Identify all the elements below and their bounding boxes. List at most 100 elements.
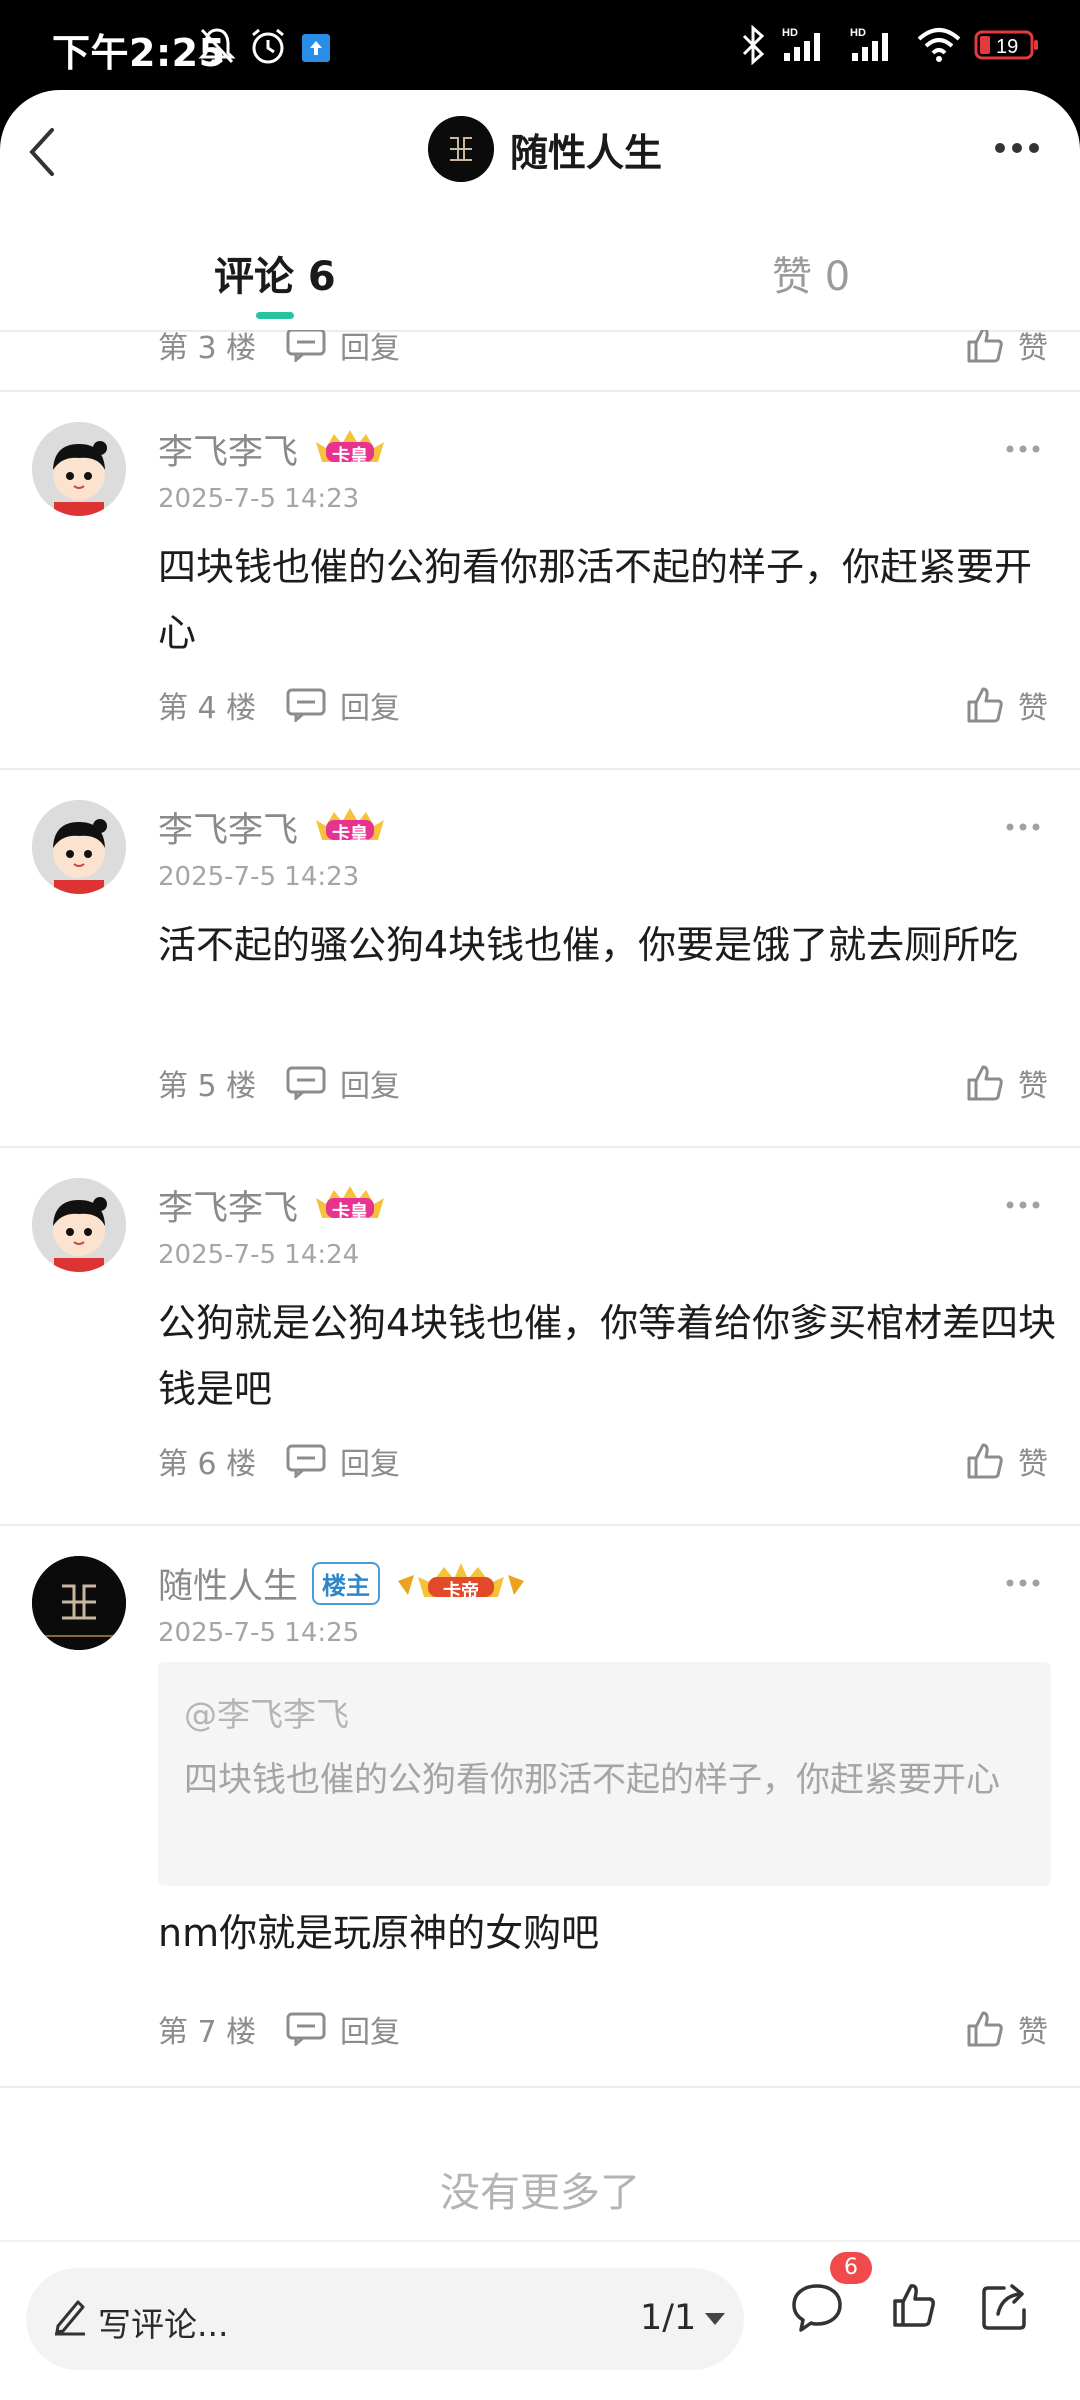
comment-item: 随性人生 楼主 卡帝 2025-7-5 14:25 @李飞李飞 四块钱也催的公狗…: [0, 1526, 1080, 2086]
comment-bubble-icon[interactable]: [790, 2282, 844, 2334]
reply-label: 回复: [340, 1447, 400, 1482]
username[interactable]: 李飞李飞: [158, 1180, 298, 1231]
post-author[interactable]: 随性人生: [428, 116, 662, 182]
user-avatar[interactable]: [32, 1178, 126, 1272]
thumb-up-icon: [967, 330, 1003, 363]
thumb-up-icon: [967, 1065, 1003, 1101]
like-label: 赞: [1018, 2015, 1048, 2050]
reply-icon: [286, 330, 326, 362]
bottom-bar: 写评论... 1/1 6: [0, 2240, 1080, 2400]
thumb-up-icon[interactable]: [892, 2282, 936, 2328]
comment-more-icon[interactable]: [1006, 1200, 1040, 1210]
svg-text:HD: HD: [782, 27, 798, 39]
comment-time: 2025-7-5 14:24: [158, 1240, 360, 1270]
badge-label: 卡皇: [332, 446, 369, 467]
status-indicators: HD HD 19: [738, 22, 1040, 68]
share-icon[interactable]: [980, 2282, 1034, 2332]
cartoon-avatar-icon: [32, 1178, 126, 1272]
like-button[interactable]: 赞: [966, 2007, 1048, 2051]
reply-button[interactable]: 回复: [286, 683, 400, 727]
comment-more-icon[interactable]: [1006, 822, 1040, 832]
reply-label: 回复: [340, 331, 400, 366]
comment-actions-row: 第 5 楼 回复 赞: [158, 1058, 1048, 1108]
quoted-username: @李飞李飞: [184, 1695, 349, 1734]
reply-icon: [286, 1066, 326, 1100]
reply-button[interactable]: 回复: [286, 1439, 400, 1483]
comment-list[interactable]: 第 3 楼 回复 赞 李飞李飞 卡皇 2025-7-5 14:23 四块钱也催的…: [0, 330, 1080, 2290]
more-options-icon[interactable]: [994, 140, 1040, 156]
status-bar: 下午2:25 HD HD 19: [0, 0, 1080, 90]
user-avatar[interactable]: [32, 1556, 126, 1650]
page-indicator[interactable]: 1/1: [640, 2298, 696, 2338]
reply-icon: [286, 1444, 326, 1478]
like-label: 赞: [1018, 1447, 1048, 1482]
comment-time: 2025-7-5 14:23: [158, 862, 360, 892]
svg-text:HD: HD: [850, 27, 866, 39]
comment-actions-row: 第 6 楼 回复 赞: [158, 1436, 1048, 1486]
thumb-up-icon: [967, 2011, 1003, 2047]
comment-header: 李飞李飞 卡皇: [158, 424, 388, 474]
user-avatar[interactable]: [32, 800, 126, 894]
level-badge: 卡皇: [312, 1184, 388, 1226]
comment-more-icon[interactable]: [1006, 444, 1040, 454]
level-badge: 卡皇: [312, 806, 388, 848]
comment-text: nm你就是玩原神的女购吧: [158, 1911, 600, 1955]
logo-symbol-icon: [32, 1556, 126, 1650]
battery-icon: 19: [974, 30, 1038, 60]
tab-comments[interactable]: 评论 6: [214, 244, 336, 302]
reply-label: 回复: [340, 2015, 400, 2050]
comment-time: 2025-7-5 14:25: [158, 1618, 360, 1648]
comment-input[interactable]: 写评论... 1/1: [26, 2268, 744, 2370]
divider: [0, 2086, 1080, 2088]
comment-item: 李飞李飞 卡皇 2025-7-5 14:24 公狗就是公狗4块钱也催，你等着给你…: [0, 1148, 1080, 1526]
username[interactable]: 李飞李飞: [158, 802, 298, 853]
comment-header: 李飞李飞 卡皇: [158, 1180, 388, 1230]
reply-button[interactable]: 回复: [286, 1061, 400, 1105]
comment-input-placeholder: 写评论...: [98, 2305, 229, 2344]
reply-button[interactable]: 回复: [286, 330, 400, 367]
badge-label: 卡皇: [332, 824, 369, 845]
comment-header: 随性人生 楼主 卡帝: [158, 1558, 528, 1608]
quoted-comment[interactable]: @李飞李飞 四块钱也催的公狗看你那活不起的样子，你赶紧要开心: [158, 1662, 1051, 1886]
tab-likes[interactable]: 赞 0: [772, 244, 850, 302]
comment-actions-row: 第 3 楼 回复 赞: [158, 330, 1048, 370]
floor-number: 第 4 楼: [158, 691, 257, 726]
user-avatar[interactable]: [32, 422, 126, 516]
floor-number: 第 7 楼: [158, 2015, 257, 2050]
wifi-icon: [917, 28, 961, 62]
floor-number: 第 5 楼: [158, 1069, 257, 1104]
level-badge: 卡帝: [394, 1561, 528, 1605]
author-avatar[interactable]: [428, 116, 494, 182]
comment-actions-row: 第 7 楼 回复 赞: [158, 2004, 1048, 2054]
active-tab-indicator: [256, 312, 294, 319]
cartoon-avatar-icon: [32, 422, 126, 516]
like-button[interactable]: 赞: [966, 1439, 1048, 1483]
pen-icon: [55, 2300, 85, 2336]
comment-item: 李飞李飞 卡皇 2025-7-5 14:23 活不起的骚公狗4块钱也催，你要是饿…: [0, 770, 1080, 1148]
like-label: 赞: [1018, 691, 1048, 726]
username[interactable]: 随性人生: [158, 1558, 298, 1609]
reply-icon: [286, 2012, 326, 2046]
top-bar: 随性人生: [0, 90, 1080, 220]
like-label: 赞: [1018, 1069, 1048, 1104]
comment-more-icon[interactable]: [1006, 1578, 1040, 1588]
caret-down-icon[interactable]: [704, 2312, 726, 2326]
like-button[interactable]: 赞: [966, 330, 1048, 367]
comment-count-badge: 6: [830, 2252, 872, 2284]
page-title: 随性人生: [510, 130, 663, 175]
cartoon-avatar-icon: [32, 800, 126, 894]
like-button[interactable]: 赞: [966, 1061, 1048, 1105]
thumb-up-icon: [967, 1443, 1003, 1479]
floor-number: 第 6 楼: [158, 1447, 257, 1482]
comment-time: 2025-7-5 14:23: [158, 484, 360, 514]
back-arrow-icon[interactable]: [22, 122, 62, 182]
quoted-text: 四块钱也催的公狗看你那活不起的样子，你赶紧要开心: [184, 1760, 1000, 1800]
thumb-up-icon: [967, 687, 1003, 723]
signal-hd-icon: HD: [782, 27, 820, 61]
like-button[interactable]: 赞: [966, 683, 1048, 727]
logo-symbol-icon: [428, 116, 494, 182]
username[interactable]: 李飞李飞: [158, 424, 298, 475]
reply-button[interactable]: 回复: [286, 2007, 400, 2051]
svg-text:19: 19: [996, 36, 1018, 58]
like-label: 赞: [1018, 331, 1048, 366]
